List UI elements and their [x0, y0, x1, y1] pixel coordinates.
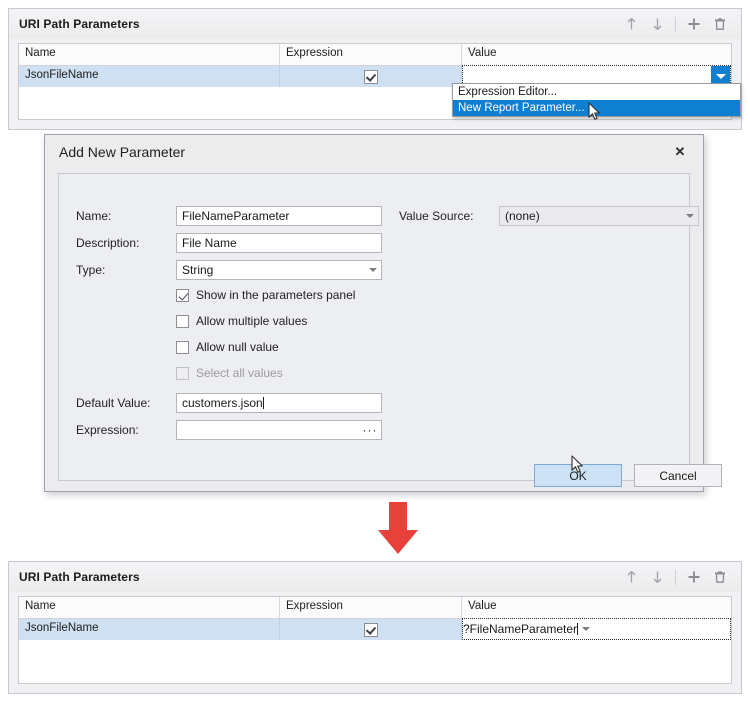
- grid-header-row-bottom: Name Expression Value: [19, 597, 731, 619]
- page-title: URI Path Parameters: [19, 17, 140, 31]
- page-title-bottom: URI Path Parameters: [19, 570, 140, 584]
- panel-header-bottom: URI Path Parameters: [9, 562, 741, 592]
- checkbox-label: Allow null value: [196, 340, 279, 354]
- dialog-title: Add New Parameter: [59, 144, 186, 160]
- column-header-expression: Expression: [280, 44, 462, 65]
- dialog-buttons: OK Cancel: [534, 464, 722, 487]
- table-row[interactable]: JsonFileName ?FileNameParameter: [19, 618, 731, 640]
- checkbox-label: Allow multiple values: [196, 314, 308, 328]
- default-value-input[interactable]: customers.json: [176, 393, 382, 413]
- name-label: Name:: [76, 209, 112, 223]
- delete-icon[interactable]: [707, 12, 733, 36]
- column-header-name: Name: [19, 597, 280, 618]
- checkbox-label: Select all values: [196, 366, 283, 380]
- checkbox-show-in-parameters-panel[interactable]: Show in the parameters panel: [176, 288, 355, 302]
- chevron-down-icon[interactable]: [682, 214, 698, 218]
- checkbox-box[interactable]: [176, 288, 189, 302]
- cancel-button[interactable]: Cancel: [634, 464, 722, 487]
- expression-label: Expression:: [76, 423, 139, 437]
- panel-toolbar-bottom: [618, 562, 733, 592]
- move-up-icon[interactable]: [618, 565, 644, 589]
- checkbox-select-all-values: Select all values: [176, 366, 283, 380]
- delete-icon[interactable]: [707, 565, 733, 589]
- expression-checkbox[interactable]: [363, 69, 378, 84]
- dialog-title-bar: Add New Parameter ✕: [45, 135, 703, 169]
- type-label: Type:: [76, 263, 106, 277]
- expression-editor-button[interactable]: ···: [359, 423, 381, 437]
- default-value-field-row: Default Value: customers.json: [76, 393, 382, 413]
- add-icon[interactable]: [681, 12, 707, 36]
- down-arrow-annotation-icon: [370, 500, 426, 556]
- panel-toolbar-top: [618, 9, 733, 39]
- text-caret: [262, 397, 264, 409]
- value-source-field-row: Value Source: (none): [399, 206, 699, 226]
- cell-expression[interactable]: [280, 619, 462, 640]
- cell-name[interactable]: JsonFileName: [19, 619, 280, 640]
- checkbox-allow-null-value[interactable]: Allow null value: [176, 340, 279, 354]
- value-dropdown-list[interactable]: Expression Editor... New Report Paramete…: [452, 83, 741, 117]
- parameters-grid-bottom: Name Expression Value JsonFileName ?File…: [18, 596, 732, 684]
- add-icon[interactable]: [681, 565, 707, 589]
- add-new-parameter-dialog: Add New Parameter ✕ Name: FileNameParame…: [44, 134, 722, 492]
- move-down-icon[interactable]: [644, 12, 670, 36]
- toolbar-separator: [675, 16, 676, 32]
- cell-expression[interactable]: [280, 66, 462, 87]
- value-source-select[interactable]: (none): [499, 206, 699, 226]
- type-field-row: Type: String: [76, 260, 382, 280]
- uri-path-parameters-panel-bottom: URI Path Parameters Name Expression Valu…: [8, 561, 742, 694]
- value-text: ?FileNameParameter: [463, 622, 578, 636]
- panel-header-top: URI Path Parameters: [9, 9, 741, 39]
- value-combobox-text-bottom[interactable]: ?FileNameParameter: [463, 622, 579, 636]
- ok-button[interactable]: OK: [534, 464, 622, 487]
- expression-input[interactable]: ···: [176, 420, 382, 440]
- type-selected-value: String: [182, 263, 214, 277]
- dialog-body: Name: FileNameParameter Value Source: (n…: [58, 173, 722, 487]
- name-field-row: Name: FileNameParameter: [76, 206, 382, 226]
- chevron-down-icon[interactable]: [365, 268, 381, 272]
- checkbox-box[interactable]: [176, 340, 189, 354]
- column-header-name: Name: [19, 44, 280, 65]
- move-down-icon[interactable]: [644, 565, 670, 589]
- dropdown-item-expression-editor[interactable]: Expression Editor...: [453, 84, 740, 100]
- value-combobox-editor-bottom[interactable]: ?FileNameParameter: [462, 618, 731, 640]
- expression-checkbox[interactable]: [363, 622, 378, 637]
- chevron-down-icon[interactable]: [578, 627, 594, 631]
- checkbox-box[interactable]: [176, 314, 189, 328]
- checkbox-box: [176, 366, 189, 380]
- default-value-label: Default Value:: [76, 396, 151, 410]
- column-header-value: Value: [468, 47, 497, 59]
- move-up-icon[interactable]: [618, 12, 644, 36]
- dropdown-item-new-report-parameter[interactable]: New Report Parameter...: [453, 100, 740, 116]
- column-header-expression: Expression: [280, 597, 462, 618]
- type-select[interactable]: String: [176, 260, 382, 280]
- default-value-text: customers.json: [182, 396, 263, 410]
- grid-header-row-top: Name Expression Value: [19, 44, 731, 66]
- close-icon[interactable]: ✕: [669, 141, 691, 163]
- checkbox-allow-multiple-values[interactable]: Allow multiple values: [176, 314, 307, 328]
- description-input[interactable]: File Name: [176, 233, 382, 253]
- toolbar-separator: [675, 569, 676, 585]
- checkbox-label: Show in the parameters panel: [196, 288, 356, 302]
- description-field-row: Description: File Name: [76, 233, 382, 253]
- value-source-selected-value: (none): [505, 209, 540, 223]
- column-header-value: Value: [468, 600, 497, 612]
- value-source-label: Value Source:: [399, 209, 474, 223]
- expression-field-row: Expression: ···: [76, 420, 382, 440]
- name-input[interactable]: FileNameParameter: [176, 206, 382, 226]
- cell-name[interactable]: JsonFileName: [19, 66, 280, 87]
- description-label: Description:: [76, 236, 140, 250]
